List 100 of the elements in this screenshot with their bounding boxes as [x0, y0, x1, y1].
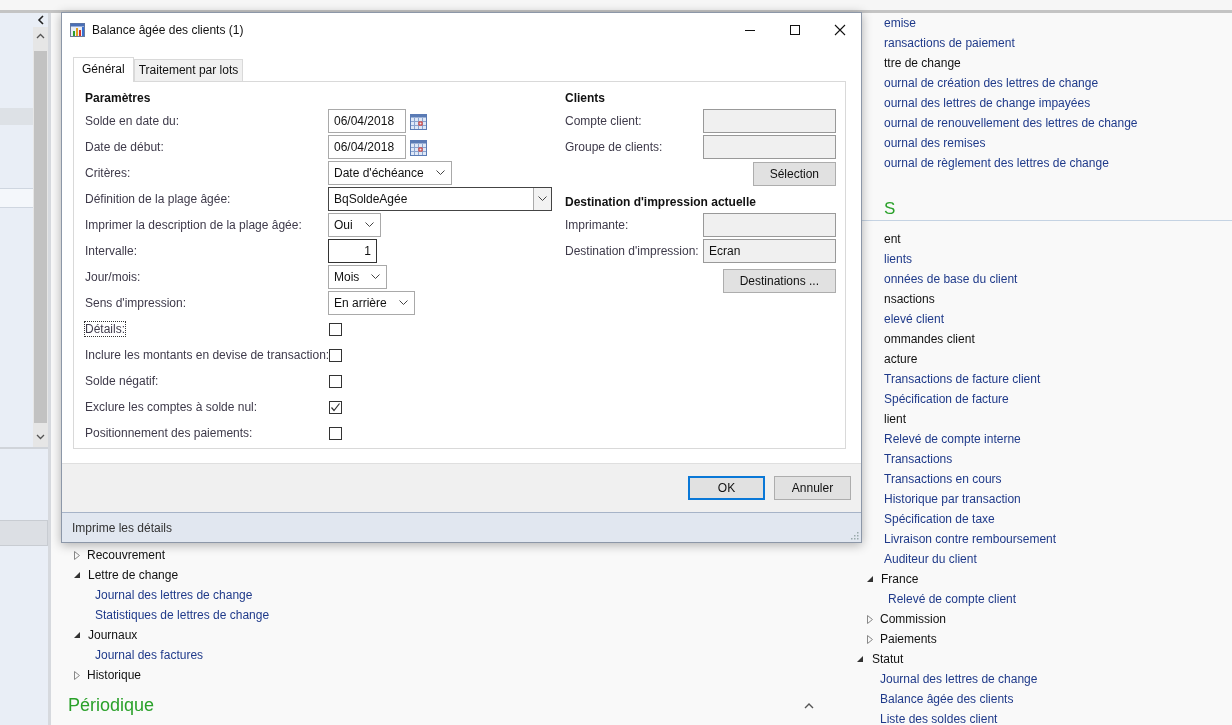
input-field[interactable]	[703, 109, 836, 133]
dropdown-caret-icon	[371, 274, 381, 280]
checkbox[interactable]	[329, 322, 342, 336]
dropdown-caret-icon	[435, 170, 445, 176]
tree-group-label[interactable]: ommandes client	[884, 332, 975, 346]
menu-link[interactable]: Liste des soldes client	[880, 712, 998, 725]
menu-link[interactable]: Transactions	[884, 452, 953, 466]
expanded-triangle-icon[interactable]	[74, 631, 81, 639]
field-label: Positionnement des paiements:	[85, 426, 253, 440]
checkbox[interactable]	[329, 426, 342, 440]
combo-box[interactable]: BqSoldeAgée	[328, 187, 552, 211]
tree-group-label[interactable]: ent	[884, 232, 901, 246]
input-field[interactable]: 1	[328, 239, 377, 263]
collapsed-triangle-icon[interactable]	[867, 634, 873, 644]
input-field[interactable]	[703, 135, 836, 159]
tree-group-label[interactable]: nsactions	[884, 292, 935, 306]
field-label: Détails:	[85, 322, 125, 336]
menu-link[interactable]: ournal de renouvellement des lettres de change	[884, 116, 1138, 130]
dropdown[interactable]: Mois	[328, 265, 388, 289]
collapsed-triangle-icon[interactable]	[74, 670, 80, 680]
field-label: Définition de la plage âgée:	[85, 192, 231, 206]
tree-group-label[interactable]: ttre de change	[884, 56, 961, 70]
expanded-triangle-icon[interactable]	[857, 655, 864, 663]
menu-link[interactable]: ransactions de paiement	[884, 36, 1015, 50]
menu-link[interactable]: ournal des remises	[884, 136, 986, 150]
dropdown-caret-icon	[364, 222, 374, 228]
field-label: Destination d'impression:	[565, 244, 700, 258]
cancel-button[interactable]: Annuler	[774, 476, 851, 500]
tree-group-label[interactable]: Lettre de change	[88, 568, 179, 582]
calendar-icon[interactable]	[410, 138, 427, 156]
menu-link[interactable]: Spécification de facture	[884, 392, 1009, 406]
report-chart-icon	[70, 22, 86, 38]
menu-link[interactable]: Spécification de taxe	[884, 512, 995, 526]
checkbox[interactable]	[329, 400, 342, 414]
field-label: Intervalle:	[85, 244, 138, 258]
field-label: Date de début:	[85, 140, 164, 154]
menu-link[interactable]: Transactions en cours	[884, 472, 1002, 486]
expanded-triangle-icon[interactable]	[867, 575, 874, 583]
tree-group-label[interactable]: lient	[884, 412, 906, 426]
menu-link[interactable]: Relevé de compte client	[888, 592, 1017, 606]
tree-group-label[interactable]: Journaux	[88, 628, 138, 642]
action-button[interactable]: Sélection	[752, 162, 836, 186]
field-label: Imprimante:	[565, 218, 630, 232]
expanded-triangle-icon[interactable]	[74, 571, 81, 579]
status-text: Imprime les détails	[72, 520, 173, 535]
tab[interactable]: Traitement par lots	[133, 59, 244, 81]
tab[interactable]: Général	[73, 57, 134, 82]
menu-link[interactable]: Livraison contre remboursement	[884, 532, 1057, 546]
input-field[interactable]: Ecran	[703, 239, 836, 263]
menu-link[interactable]: ournal de règlement des lettres de change	[884, 156, 1109, 170]
date-field[interactable]: 06/04/2018	[328, 109, 406, 133]
resize-grip-icon[interactable]	[850, 531, 859, 540]
window-title: Balance âgée des clients (1)	[92, 23, 245, 37]
checkbox[interactable]	[329, 348, 342, 362]
dropdown[interactable]: Oui	[328, 213, 381, 237]
maximize-icon[interactable]	[789, 24, 801, 36]
menu-link[interactable]: emise	[884, 16, 916, 30]
section-title: Périodique	[68, 695, 155, 716]
tree-group-label[interactable]: acture	[884, 352, 918, 366]
menu-link[interactable]: Journal des lettres de change	[880, 672, 1038, 686]
action-button[interactable]: Destinations ...	[722, 269, 836, 293]
checkbox[interactable]	[329, 374, 342, 388]
menu-link[interactable]: Transactions de facture client	[884, 372, 1041, 386]
close-icon[interactable]	[834, 24, 846, 36]
date-field[interactable]: 06/04/2018	[328, 135, 406, 159]
collapsed-triangle-icon[interactable]	[867, 614, 873, 624]
tree-group-label[interactable]: Historique	[87, 668, 142, 682]
menu-link[interactable]: Journal des factures	[95, 648, 204, 662]
collapse-chevron-icon[interactable]	[804, 702, 814, 709]
tree-group-label[interactable]: France	[881, 572, 919, 586]
collapsed-triangle-icon[interactable]	[74, 550, 80, 560]
dropdown[interactable]: En arrière	[328, 291, 415, 315]
menu-link[interactable]: elevé client	[884, 312, 945, 326]
input-field[interactable]	[703, 213, 836, 237]
field-label: Solde en date du:	[85, 114, 180, 128]
menu-link[interactable]: onnées de base du client	[884, 272, 1018, 286]
collapse-chevron-icon[interactable]	[37, 15, 45, 25]
field-label: Groupe de clients:	[565, 140, 664, 154]
menu-link[interactable]: Statistiques de lettres de change	[95, 608, 270, 622]
menu-link[interactable]: lients	[884, 252, 912, 266]
field-label: Jour/mois:	[85, 270, 141, 284]
tree-group-label[interactable]: Commission	[880, 612, 946, 626]
tree-group-label[interactable]: Statut	[872, 652, 904, 666]
ok-button[interactable]: OK	[688, 476, 765, 500]
field-label: Inclure les montants en devise de transaction:	[85, 348, 330, 362]
calendar-icon[interactable]	[410, 112, 427, 130]
tree-group-label[interactable]: Paiements	[880, 632, 937, 646]
menu-link[interactable]: Journal des lettres de change	[95, 588, 253, 602]
menu-link[interactable]: ournal de création des lettres de change	[884, 76, 1099, 90]
scrollbar[interactable]	[33, 27, 48, 447]
section-heading: Clients	[565, 90, 606, 107]
menu-link[interactable]: Relevé de compte interne	[884, 432, 1021, 446]
menu-link[interactable]: Auditeur du client	[884, 552, 977, 566]
tree-group-label[interactable]: Recouvrement	[87, 548, 166, 562]
menu-link[interactable]: Balance âgée des clients	[880, 692, 1014, 706]
dropdown[interactable]: Date d'échéance	[328, 161, 452, 185]
menu-link[interactable]: Historique par transaction	[884, 492, 1021, 506]
field-label: Imprimer la description de la plage âgée:	[85, 218, 302, 232]
menu-link[interactable]: ournal des lettres de change impayées	[884, 96, 1091, 110]
field-label: Sens d'impression:	[85, 296, 186, 310]
